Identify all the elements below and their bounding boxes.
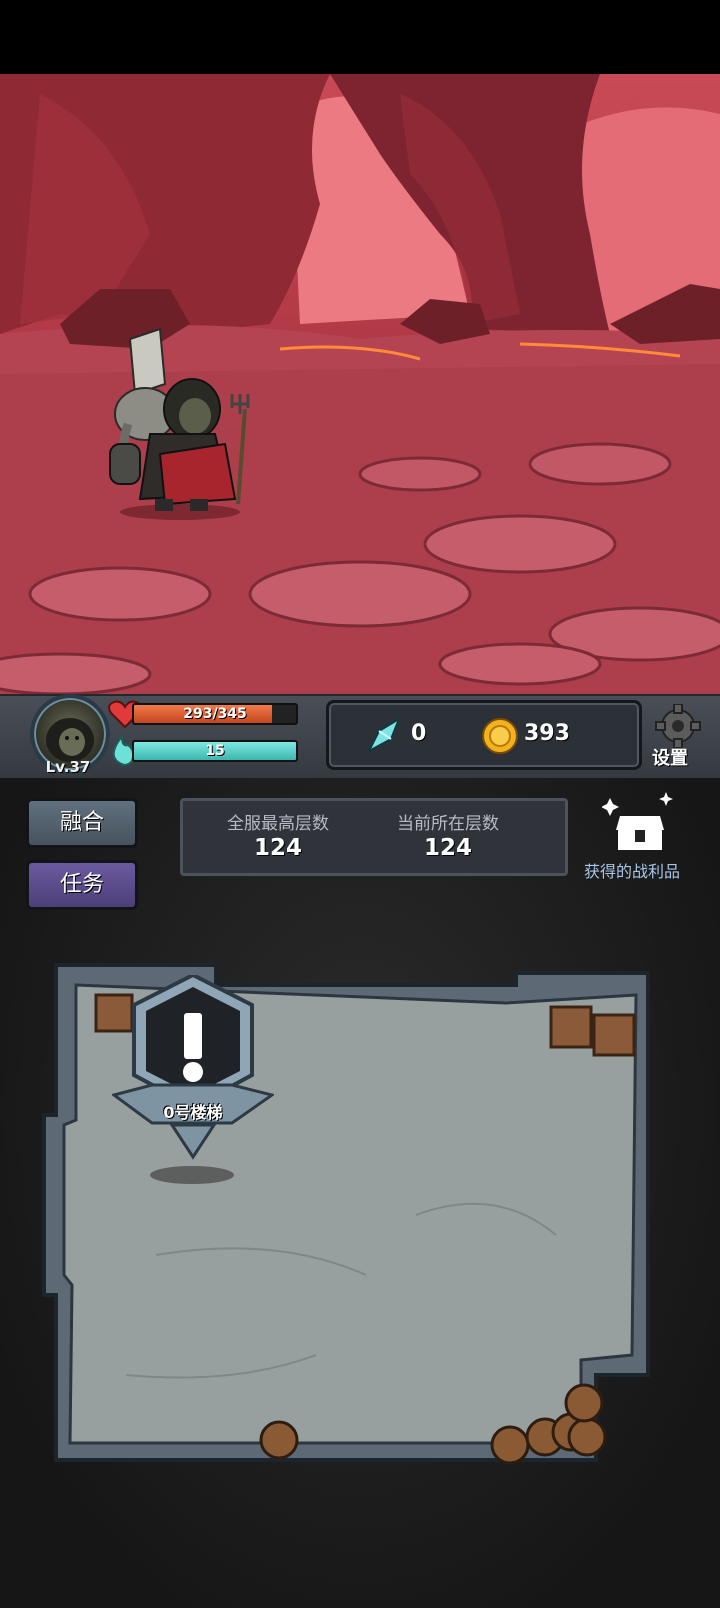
battle-scene xyxy=(0,74,720,694)
server-best-value: 124 xyxy=(253,835,302,861)
current-floor-value: 124 xyxy=(423,835,472,861)
crystal-icon xyxy=(366,716,402,754)
currency-panel: 0 393 xyxy=(326,700,642,770)
mp-value: 15 xyxy=(205,743,225,759)
fuse-button[interactable]: 融合 xyxy=(26,798,138,848)
crystal-count: 0 xyxy=(411,721,427,746)
floor-info-panel: 全服最高层数 124 当前所在层数 124 xyxy=(180,798,568,876)
battle-background xyxy=(0,74,720,694)
task-button[interactable]: 任务 xyxy=(26,860,138,910)
status-bar xyxy=(0,0,720,74)
current-floor-label: 当前所在层数 xyxy=(397,814,499,834)
stair-label: 0号楼梯 xyxy=(163,1103,223,1122)
hp-value: 293/345 xyxy=(183,706,247,722)
player-level: Lv.37 xyxy=(45,758,91,776)
mp-bar: 15 xyxy=(132,740,298,762)
settings-button[interactable]: 设置 xyxy=(652,744,688,770)
stair-marker-icon[interactable] xyxy=(112,975,274,1185)
gold-count: 393 xyxy=(524,721,570,746)
loot-button[interactable]: 获得的战利品 xyxy=(584,858,680,882)
hp-bar: 293/345 xyxy=(132,703,298,725)
server-best-label: 全服最高层数 xyxy=(227,814,329,834)
treasure-chest-icon[interactable] xyxy=(602,790,680,854)
gold-coin-icon xyxy=(482,718,518,754)
gear-icon[interactable] xyxy=(652,704,704,748)
